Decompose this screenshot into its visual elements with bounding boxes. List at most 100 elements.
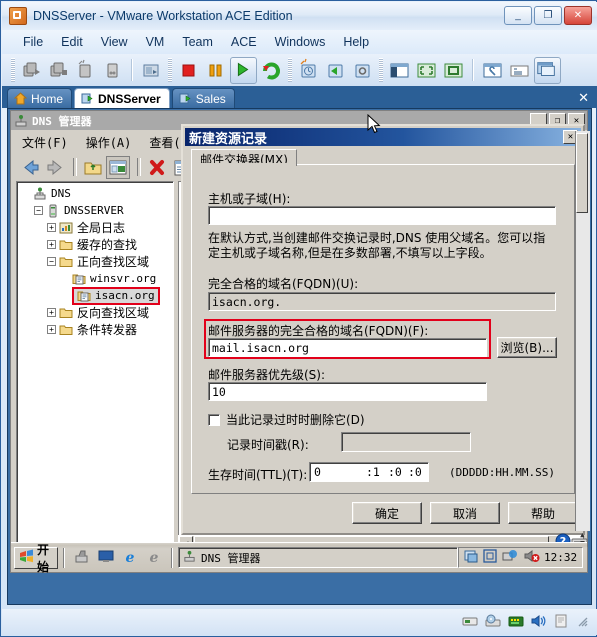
toolbar-grip-4[interactable]	[379, 58, 383, 82]
close-tab-button[interactable]: ✕	[578, 90, 589, 106]
start-button[interactable]: 开始	[14, 543, 59, 574]
dns-menu-action[interactable]: 操作(A)	[86, 132, 142, 153]
delete-icon[interactable]	[146, 157, 168, 178]
tree-item-content[interactable]: 条件转发器	[59, 321, 137, 338]
network-status-icon[interactable]	[502, 549, 519, 566]
revert-snapshot-icon[interactable]	[323, 58, 348, 83]
delete-stale-row[interactable]: 当此记录过时时删除它(D)	[208, 411, 365, 428]
tree-item-content[interactable]: 缓存的查找	[59, 236, 137, 253]
menu-item-help[interactable]: Help	[334, 33, 378, 51]
manage-snapshots-icon[interactable]	[350, 58, 375, 83]
tree-item-content[interactable]: DNSSERVER	[46, 204, 124, 218]
tree-item-content[interactable]: 反向查找区域	[59, 304, 149, 321]
help-button[interactable]: 帮助	[508, 502, 578, 524]
show-hide-tree-icon[interactable]	[106, 155, 130, 179]
zone-icon	[72, 272, 86, 286]
tree-item[interactable]: + 条件转发器	[21, 321, 173, 338]
tree-expand-icon[interactable]: +	[47, 325, 56, 334]
menu-item-file[interactable]: File	[14, 33, 52, 51]
vertical-scrollbar-thumb[interactable]	[576, 133, 588, 213]
priority-input[interactable]: 10	[208, 382, 487, 401]
menu-item-windows[interactable]: Windows	[266, 33, 335, 51]
tree-item[interactable]: + 全局日志	[21, 219, 173, 236]
tree-item[interactable]: + 反向查找区域	[21, 304, 173, 321]
toolbar-grip-3[interactable]	[288, 58, 292, 82]
tree-expand-icon[interactable]: +	[47, 240, 56, 249]
unity-icon[interactable]	[441, 58, 466, 83]
tree-item[interactable]: isacn.org	[21, 286, 173, 305]
ttl-input[interactable]: 0 :1 :0 :0	[309, 462, 429, 482]
power-off-vm-icon[interactable]	[46, 58, 71, 83]
take-snapshot-icon[interactable]	[296, 58, 321, 83]
ok-button[interactable]: 确定	[352, 502, 422, 524]
console-view-icon[interactable]	[534, 56, 561, 84]
tab-sales[interactable]: Sales	[171, 88, 235, 108]
forward-icon[interactable]	[44, 157, 66, 178]
tree-item-content[interactable]: winsvr.org	[72, 272, 156, 286]
menu-item-edit[interactable]: Edit	[52, 33, 92, 51]
tree-item[interactable]: − DNSSERVER	[21, 202, 173, 219]
mail-fqdn-input[interactable]: mail.isacn.org	[208, 338, 487, 357]
fullscreen-icon[interactable]	[414, 58, 439, 83]
browse-button[interactable]: 浏览(B)...	[497, 337, 557, 358]
taskbar-item-dns-manager[interactable]: DNS 管理器	[178, 547, 459, 568]
close-button[interactable]: ✕	[564, 6, 592, 25]
vmware-tools-icon[interactable]	[483, 549, 498, 566]
tree-item[interactable]: DNS	[21, 185, 173, 202]
suspend-vm-icon[interactable]	[73, 58, 98, 83]
up-folder-icon[interactable]	[82, 157, 104, 178]
tree-item-content[interactable]: 全局日志	[59, 219, 125, 236]
sound-icon[interactable]	[531, 614, 547, 631]
tree-item[interactable]: + 缓存的查找	[21, 236, 173, 253]
delete-stale-checkbox[interactable]	[208, 413, 220, 426]
menu-item-ace[interactable]: ACE	[222, 33, 266, 51]
tree-collapse-icon[interactable]: −	[34, 206, 43, 215]
snapshot-manager-icon[interactable]	[139, 58, 164, 83]
back-icon[interactable]	[20, 157, 42, 178]
settings-icon[interactable]	[480, 58, 505, 83]
floppy-icon[interactable]	[462, 614, 478, 631]
e-browser-icon[interactable]: e	[146, 549, 162, 567]
summary-icon[interactable]	[507, 58, 532, 83]
display-icon[interactable]	[98, 549, 114, 567]
show-desktop-icon[interactable]	[74, 549, 90, 567]
toolbar-grip[interactable]	[11, 58, 15, 82]
tree-collapse-icon[interactable]: −	[47, 257, 56, 266]
toolbar-grip-2[interactable]	[168, 58, 172, 82]
menu-item-team[interactable]: Team	[173, 33, 222, 51]
tree-item-content[interactable]: isacn.org	[72, 286, 160, 305]
volume-muted-icon[interactable]	[523, 549, 540, 566]
dns-tree-pane[interactable]: DNS − DNSSERVER + 全局日志 + 缓存的查找 − 正向查找区域 winsvr.or…	[16, 181, 174, 556]
power-on-vm-icon[interactable]	[19, 58, 44, 83]
tree-expand-icon[interactable]: +	[47, 223, 56, 232]
network-config-icon[interactable]	[464, 549, 479, 566]
stop-icon[interactable]	[176, 58, 201, 83]
show-sidebar-icon[interactable]	[387, 58, 412, 83]
tree-item-content[interactable]: DNS	[33, 187, 71, 201]
dns-menu-file[interactable]: 文件(F)	[22, 132, 78, 153]
pause-icon[interactable]	[203, 58, 228, 83]
play-icon[interactable]	[230, 56, 257, 84]
menu-item-view[interactable]: View	[92, 33, 137, 51]
tree-item-content[interactable]: 正向查找区域	[59, 253, 149, 270]
reset-icon[interactable]	[259, 58, 284, 83]
tree-expand-icon[interactable]: +	[47, 308, 56, 317]
cdrom-icon[interactable]	[485, 614, 501, 631]
maximize-button[interactable]: ❐	[534, 6, 562, 25]
host-input[interactable]	[208, 206, 556, 225]
internet-explorer-icon[interactable]: e	[122, 549, 138, 567]
menu-item-vm[interactable]: VM	[137, 33, 174, 51]
tree-item[interactable]: − 正向查找区域	[21, 253, 173, 270]
vm-guest-screen[interactable]: DNS 管理器 _ ❐ ✕ 文件(F) 操作(A) 查看(V DNS − DNS…	[7, 108, 592, 605]
cancel-button[interactable]: 取消	[430, 502, 500, 524]
mail-fqdn-label: 邮件服务器的完全合格的域名(FQDN)(F):	[208, 324, 429, 338]
tree-item[interactable]: winsvr.org	[21, 270, 173, 287]
minimize-button[interactable]: _	[504, 6, 532, 25]
network-adapter-icon[interactable]	[508, 614, 524, 631]
resize-grip-icon[interactable]	[575, 614, 589, 631]
taskbar-clock[interactable]: 12:32	[544, 551, 577, 564]
tab-dnsserver[interactable]: DNSServer	[74, 88, 170, 108]
tab-home[interactable]: Home	[7, 88, 73, 108]
printer-icon[interactable]	[554, 614, 568, 631]
reset-vm-icon[interactable]	[100, 58, 125, 83]
